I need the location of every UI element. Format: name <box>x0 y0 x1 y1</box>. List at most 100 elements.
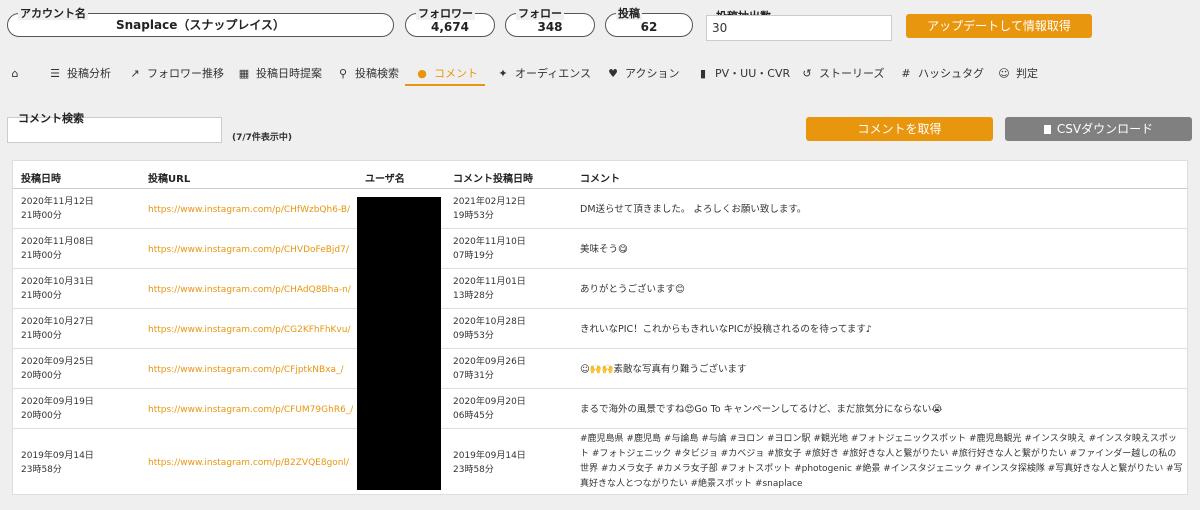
bar-chart-icon: ▮ <box>699 66 707 80</box>
post-url-link[interactable]: https://www.instagram.com/p/CHfWzbQh6-B/ <box>148 203 350 217</box>
tab-label: 投稿分析 <box>67 67 111 80</box>
comment-text: 美味そう😋 <box>580 244 628 255</box>
comments-table: 投稿日時 投稿URL ユーザ名 コメント投稿日時 コメント 2020年11月12… <box>12 160 1188 495</box>
post-url-link[interactable]: https://www.instagram.com/p/B2ZVQE8gonl/ <box>148 456 349 470</box>
post-date: 2020年10月27日 <box>21 317 94 327</box>
post-date: 2020年09月19日 <box>21 397 94 407</box>
comment-text: きれいなPIC！これからもきれいなPICが投稿されるのを待ってます♪ <box>580 324 872 335</box>
update-button[interactable]: アップデートして情報取得 <box>906 14 1092 38</box>
post-time: 21時00分 <box>21 331 62 341</box>
tab-label: 判定 <box>1016 67 1038 80</box>
comment-time: 07時31分 <box>453 371 494 381</box>
col-username: ユーザ名 <box>365 174 405 185</box>
table-row: 2020年11月12日 21時00分 https://www.instagram… <box>13 189 1187 229</box>
username-redaction <box>357 197 441 490</box>
csv-download-label: CSVダウンロード <box>1056 122 1154 136</box>
home-icon: ⌂ <box>11 66 19 80</box>
post-time: 21時00分 <box>21 251 62 261</box>
tab-pv[interactable]: ▮ PV・UU・CVR <box>697 60 790 86</box>
comment-text: DM送らせて頂きました。 よろしくお願い致します。 <box>580 204 807 215</box>
post-date: 2020年10月31日 <box>21 277 94 287</box>
comment-time: 07時19分 <box>453 251 494 261</box>
followers-stat: フォロワー 4,674 <box>405 8 495 37</box>
get-comments-button[interactable]: コメントを取得 <box>806 117 993 141</box>
post-url-link[interactable]: https://www.instagram.com/p/CG2KFhFhKvu/ <box>148 323 350 337</box>
tab-label: コメント <box>434 67 478 80</box>
tab-label: PV・UU・CVR <box>715 67 791 80</box>
tab-follower-trend[interactable]: ↗ フォロワー推移 <box>129 60 224 86</box>
tab-post-time[interactable]: ▦ 投稿日時提案 <box>238 60 322 86</box>
comment-text: まるで海外の風景ですね😍Go To キャンペーンしてるけど、まだ旅気分にならない… <box>580 404 943 415</box>
table-row: 2019年09月14日 23時58分 https://www.instagram… <box>13 429 1187 495</box>
tab-judge[interactable]: ☺ 判定 <box>998 60 1038 86</box>
post-time: 20時00分 <box>21 411 62 421</box>
comment-date: 2021年02月12日 <box>453 197 526 207</box>
comment-date: 2020年11月01日 <box>453 277 526 287</box>
col-comment-date: コメント投稿日時 <box>453 174 533 185</box>
tab-post-search[interactable]: ⚲ 投稿検索 <box>337 60 399 86</box>
tab-stories[interactable]: ↺ ストーリーズ <box>801 60 884 86</box>
comment-text: ありがとうございます😊 <box>580 284 685 295</box>
post-date: 2020年09月25日 <box>21 357 94 367</box>
table-row: 2020年10月31日 21時00分 https://www.instagram… <box>13 269 1187 309</box>
post-time: 23時58分 <box>21 465 62 475</box>
csv-download-button[interactable]: CSVダウンロード <box>1005 117 1192 141</box>
comment-time: 13時28分 <box>453 291 494 301</box>
extract-count-input[interactable]: 30 <box>706 15 892 41</box>
post-date: 2020年11月12日 <box>21 197 94 207</box>
tab-post-analysis[interactable]: ☰ 投稿分析 <box>49 60 111 86</box>
heart-icon: ♥ <box>608 66 618 80</box>
tab-label: ストーリーズ <box>819 67 885 80</box>
table-row: 2020年11月08日 21時00分 https://www.instagram… <box>13 229 1187 269</box>
followers-value: 4,674 <box>431 20 469 34</box>
post-url-link[interactable]: https://www.instagram.com/p/CHAdQ8Bha-n/ <box>148 283 351 297</box>
tab-label: オーディエンス <box>515 67 592 80</box>
result-count: (7/7件表示中) <box>232 133 293 143</box>
tab-audience[interactable]: ✦ オーディエンス <box>497 60 591 86</box>
tab-label: 投稿日時提案 <box>256 67 322 80</box>
comment-date: 2020年10月28日 <box>453 317 526 327</box>
comment-time: 06時45分 <box>453 411 494 421</box>
posts-stat: 投稿 62 <box>605 8 693 37</box>
user-icon: ☺ <box>998 66 1010 80</box>
post-date: 2020年11月08日 <box>21 237 94 247</box>
comment-date: 2020年09月26日 <box>453 357 526 367</box>
followers-label: フォロワー <box>416 7 475 20</box>
list-icon: ☰ <box>50 66 60 80</box>
tab-label: アクション <box>625 67 680 80</box>
post-url-link[interactable]: https://www.instagram.com/p/CFjptkNBxa_/ <box>148 363 344 377</box>
posts-value: 62 <box>640 20 658 34</box>
tab-label: ハッシュタグ <box>918 67 984 80</box>
table-row: 2020年09月25日 20時00分 https://www.instagram… <box>13 349 1187 389</box>
post-time: 21時00分 <box>21 211 62 221</box>
account-field: アカウント名 Snaplace（スナップレイス） <box>7 8 394 37</box>
nav-tabs: ⌂ ☰ 投稿分析 ↗ フォロワー推移 ▦ 投稿日時提案 ⚲ 投稿検索 ● コメント ✦ オー… <box>0 60 1200 86</box>
table-row: 2020年10月27日 21時00分 https://www.instagram… <box>13 309 1187 349</box>
tab-action[interactable]: ♥ アクション <box>607 60 679 86</box>
tab-hashtag[interactable]: # ハッシュタグ <box>900 60 984 86</box>
active-tab-indicator <box>405 84 485 86</box>
comment-text: #鹿児島県 #鹿児島 #与論島 #与論 #ヨロン #ヨロン駅 #観光地 #フォト… <box>580 434 1183 489</box>
line-chart-icon: ↗ <box>130 66 140 80</box>
hashtag-icon: # <box>901 66 911 80</box>
calendar-icon: ▦ <box>238 66 250 80</box>
account-name: Snaplace（スナップレイス） <box>116 18 285 32</box>
comment-date: 2020年09月20日 <box>453 397 526 407</box>
following-stat: フォロー 348 <box>505 8 595 37</box>
comment-text: ☺🙌🙌素敵な写真有り難うございます <box>580 364 747 375</box>
comment-date: 2020年11月10日 <box>453 237 526 247</box>
post-time: 21時00分 <box>21 291 62 301</box>
tab-label: 投稿検索 <box>355 67 399 80</box>
comment-date: 2019年09月14日 <box>453 451 526 461</box>
comment-time: 23時58分 <box>453 465 494 475</box>
post-url-link[interactable]: https://www.instagram.com/p/CHVDoFeBjd7/ <box>148 243 349 257</box>
tab-comment[interactable]: ● コメント <box>416 60 478 86</box>
tab-home[interactable]: ⌂ <box>9 60 21 86</box>
post-time: 20時00分 <box>21 371 62 381</box>
users-icon: ✦ <box>498 66 508 80</box>
following-value: 348 <box>537 20 563 34</box>
history-icon: ↺ <box>802 66 812 80</box>
post-url-link[interactable]: https://www.instagram.com/p/CFUM79GhR6_/ <box>148 403 353 417</box>
comment-time: 19時53分 <box>453 211 494 221</box>
comment-icon: ● <box>417 66 427 80</box>
